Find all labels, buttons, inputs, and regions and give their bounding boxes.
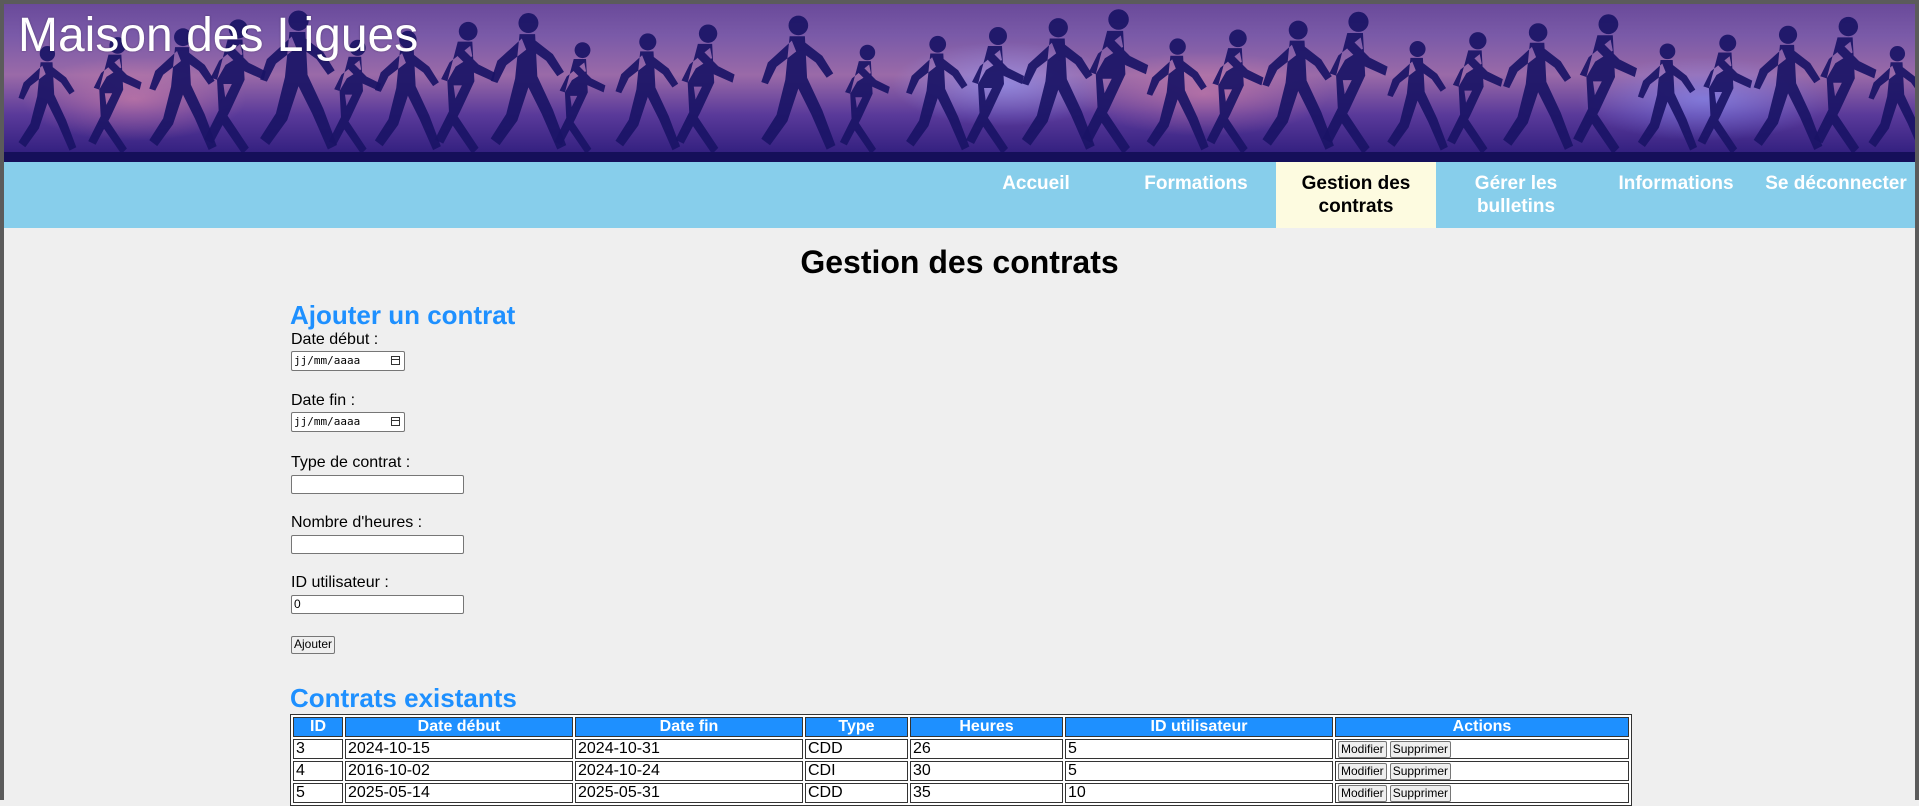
cell-actions: Modifier Supprimer xyxy=(1335,739,1629,759)
ajouter-button[interactable]: Ajouter xyxy=(291,636,336,654)
col-header-date-fin: Date fin xyxy=(575,717,803,737)
cell-id: 4 xyxy=(293,761,343,781)
cell-id-utilisateur: 10 xyxy=(1065,783,1333,803)
main-nav: Accueil Formations Gestion des contrats … xyxy=(4,162,1915,228)
date-fin-input[interactable]: jj/mm/aaaa xyxy=(291,412,405,432)
table-row: 5 2025-05-14 2025-05-31 CDD 35 10 Modifi… xyxy=(293,783,1629,803)
col-header-date-debut: Date début xyxy=(345,717,573,737)
supprimer-button[interactable]: Supprimer xyxy=(1389,763,1452,780)
cell-date-fin: 2024-10-24 xyxy=(575,761,803,781)
cell-date-debut: 2024-10-15 xyxy=(345,739,573,759)
table-header-row: ID Date début Date fin Type Heures ID ut… xyxy=(293,717,1629,737)
table-row: 4 2016-10-02 2024-10-24 CDI 30 5 Modifie… xyxy=(293,761,1629,781)
cell-actions: Modifier Supprimer xyxy=(1335,761,1629,781)
nombre-heures-label: Nombre d'heures : xyxy=(291,514,423,531)
modifier-button[interactable]: Modifier xyxy=(1338,763,1387,780)
calendar-icon[interactable] xyxy=(391,356,400,365)
cell-id: 3 xyxy=(293,739,343,759)
cell-date-debut: 2016-10-02 xyxy=(345,761,573,781)
header-banner: Maison des Ligues xyxy=(4,4,1915,162)
modifier-button[interactable]: Modifier xyxy=(1338,785,1387,802)
cell-date-debut: 2025-05-14 xyxy=(345,783,573,803)
cell-type: CDD xyxy=(805,739,908,759)
calendar-icon[interactable] xyxy=(391,417,400,426)
date-debut-label: Date début : xyxy=(291,331,379,348)
col-header-actions: Actions xyxy=(1335,717,1629,737)
site-title: Maison des Ligues xyxy=(18,9,419,62)
col-header-id: ID xyxy=(293,717,343,737)
cell-id-utilisateur: 5 xyxy=(1065,739,1333,759)
id-utilisateur-input[interactable]: 0 xyxy=(291,595,464,614)
nombre-heures-input[interactable] xyxy=(291,535,464,554)
date-fin-label: Date fin : xyxy=(291,392,356,409)
id-utilisateur-label: ID utilisateur : xyxy=(291,574,389,591)
date-debut-placeholder: jj/mm/aaaa xyxy=(294,354,361,367)
nav-item-formations[interactable]: Formations xyxy=(1116,162,1276,228)
cell-date-fin: 2024-10-31 xyxy=(575,739,803,759)
nav-item-se-deconnecter[interactable]: Se déconnecter xyxy=(1756,162,1916,228)
page-title: Gestion des contrats xyxy=(800,244,1119,280)
type-contrat-input[interactable] xyxy=(291,475,464,494)
date-fin-placeholder: jj/mm/aaaa xyxy=(294,415,361,428)
cell-actions: Modifier Supprimer xyxy=(1335,783,1629,803)
cell-id: 5 xyxy=(293,783,343,803)
supprimer-button[interactable]: Supprimer xyxy=(1389,785,1452,802)
cell-heures: 30 xyxy=(910,761,1063,781)
col-header-heures: Heures xyxy=(910,717,1063,737)
contracts-table: ID Date début Date fin Type Heures ID ut… xyxy=(290,714,1632,806)
cell-date-fin: 2025-05-31 xyxy=(575,783,803,803)
type-contrat-label: Type de contrat : xyxy=(291,454,411,471)
existing-contracts-title: Contrats existants xyxy=(290,683,517,713)
col-header-id-utilisateur: ID utilisateur xyxy=(1065,717,1333,737)
cell-type: CDI xyxy=(805,761,908,781)
cell-heures: 35 xyxy=(910,783,1063,803)
modifier-button[interactable]: Modifier xyxy=(1338,741,1387,758)
cell-id-utilisateur: 5 xyxy=(1065,761,1333,781)
supprimer-button[interactable]: Supprimer xyxy=(1389,741,1452,758)
cell-heures: 26 xyxy=(910,739,1063,759)
table-row: 3 2024-10-15 2024-10-31 CDD 26 5 Modifie… xyxy=(293,739,1629,759)
cell-type: CDD xyxy=(805,783,908,803)
nav-item-gestion-contrats[interactable]: Gestion des contrats xyxy=(1276,162,1436,228)
nav-item-gerer-bulletins[interactable]: Gérer les bulletins xyxy=(1436,162,1596,228)
add-contract-title: Ajouter un contrat xyxy=(290,300,516,330)
nav-item-informations[interactable]: Informations xyxy=(1596,162,1756,228)
date-debut-input[interactable]: jj/mm/aaaa xyxy=(291,351,405,371)
nav-item-accueil[interactable]: Accueil xyxy=(956,162,1116,228)
col-header-type: Type xyxy=(805,717,908,737)
